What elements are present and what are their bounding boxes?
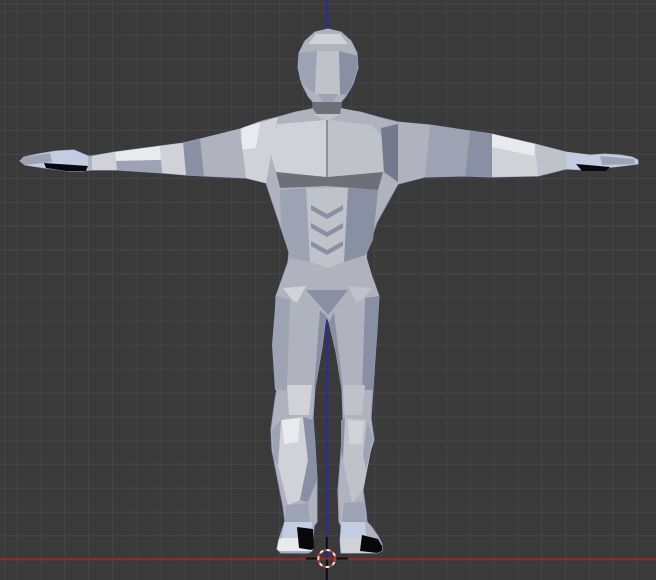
viewport-3d[interactable] (0, 0, 656, 580)
cursor-3d-icon (306, 537, 348, 580)
